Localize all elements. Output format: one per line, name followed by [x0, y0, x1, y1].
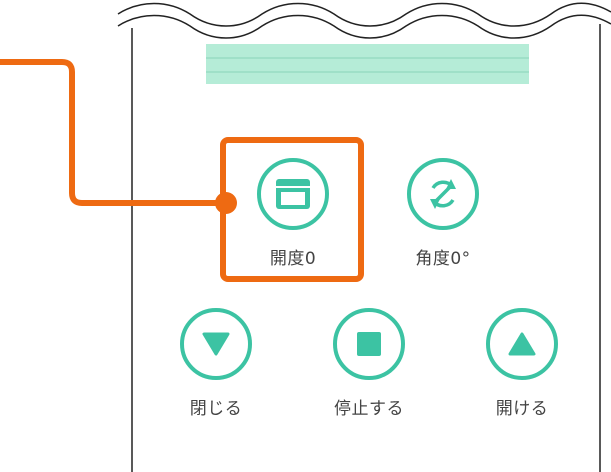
stop-label: 停止する — [334, 399, 404, 419]
blind-preview — [206, 44, 529, 84]
close-button[interactable] — [180, 308, 252, 380]
open-button[interactable] — [486, 308, 558, 380]
angle-label: 角度0° — [415, 249, 471, 269]
rotate-angle-icon — [430, 179, 456, 209]
callout-dot — [215, 192, 237, 214]
close-control[interactable]: 閉じる — [146, 308, 286, 419]
tutorial-stage: 開度0 角度0° 閉じる 停止する 開ける — [0, 0, 611, 472]
close-label: 閉じる — [189, 399, 243, 419]
stop-button[interactable] — [333, 308, 405, 380]
triangle-down-icon — [202, 332, 230, 356]
stop-control[interactable]: 停止する — [299, 308, 439, 419]
angle-control[interactable]: 角度0° — [373, 158, 513, 269]
open-control[interactable]: 開ける — [452, 308, 592, 419]
open-label: 開ける — [495, 399, 549, 419]
triangle-up-icon — [508, 332, 536, 356]
angle-button[interactable] — [407, 158, 479, 230]
callout-line — [0, 59, 226, 206]
square-stop-icon — [357, 332, 381, 356]
